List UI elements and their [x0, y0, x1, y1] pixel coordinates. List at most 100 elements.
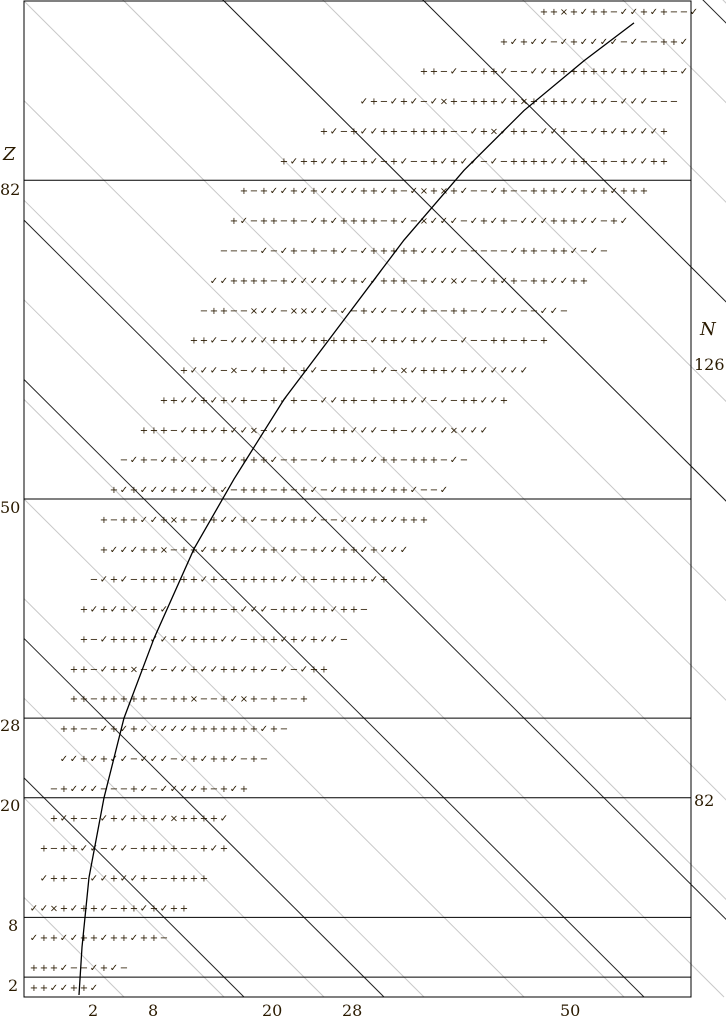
- nuclide-mark: ×: [490, 126, 498, 137]
- nuclide-mark: ✓: [160, 724, 168, 735]
- nuclide-mark: −: [410, 276, 418, 287]
- nuclide-mark: +: [340, 395, 348, 406]
- nuclide-mark: −: [90, 664, 98, 675]
- nuclide-mark: +: [240, 515, 248, 526]
- nuclide-mark: +: [600, 126, 608, 137]
- nuclide-mark: +: [120, 664, 128, 675]
- nuclide-mark: +: [150, 545, 158, 556]
- nuclide-mark: +: [360, 306, 368, 317]
- nuclide-mark: ✓: [60, 983, 68, 994]
- nuclide-mark: +: [320, 664, 328, 675]
- nuclide-mark: ✓: [250, 336, 258, 347]
- nuclide-mark: ✓: [260, 306, 268, 317]
- nuclide-mark: +: [200, 425, 208, 436]
- nuclide-mark: ✓: [300, 425, 308, 436]
- nuclide-mark: +: [540, 156, 548, 167]
- nuclide-mark: +: [160, 844, 168, 855]
- nuclide-mark: +: [290, 186, 298, 197]
- nuclide-mark: +: [420, 276, 428, 287]
- nuclide-mark: ✓: [590, 126, 598, 137]
- nuclide-mark: ✓: [30, 933, 38, 944]
- nuclide-mark: +: [180, 873, 188, 884]
- nuclide-mark: +: [190, 873, 198, 884]
- nuclide-mark: +: [350, 395, 358, 406]
- nuclide-mark: ✓: [480, 395, 488, 406]
- nuclide-mark: ✓: [130, 933, 138, 944]
- nuclide-mark: ✓: [540, 67, 548, 78]
- nuclide-mark: ✓: [410, 366, 418, 377]
- nuclide-mark: −: [350, 246, 358, 257]
- nuclide-mark: −: [530, 126, 538, 137]
- nuclide-mark: ✓: [610, 186, 618, 197]
- nuclide-mark: +: [120, 903, 128, 914]
- nuclide-mark: −: [150, 694, 158, 705]
- nuclide-mark: ✓: [270, 455, 278, 466]
- nuclide-mark: ✓: [360, 515, 368, 526]
- nuclide-mark: +: [520, 336, 528, 347]
- nuclide-mark: ✓: [550, 276, 558, 287]
- nuclide-mark: ×: [290, 306, 298, 317]
- nuclide-mark: −: [320, 366, 328, 377]
- nuclide-mark: ✓: [590, 246, 598, 257]
- nuclide-mark: −: [340, 455, 348, 466]
- nuclide-mark: −: [230, 485, 238, 496]
- nuclide-mark: ×: [560, 7, 568, 18]
- nuclide-mark: −: [260, 694, 268, 705]
- nuclide-mark: +: [190, 634, 198, 645]
- nuclide-mark: −: [220, 605, 228, 616]
- nuclide-mark: +: [400, 97, 408, 108]
- nuclide-mark: −: [90, 575, 98, 586]
- nuclide-mark: −: [320, 485, 328, 496]
- nuclide-mark: −: [160, 933, 168, 944]
- nuclide-mark: ✓: [120, 485, 128, 496]
- nuclide-mark: +: [580, 156, 588, 167]
- nuclide-mark: +: [300, 515, 308, 526]
- nuclide-mark: ✓: [650, 126, 658, 137]
- nuclide-mark: +: [470, 97, 478, 108]
- nuclide-mark: +: [270, 694, 278, 705]
- nuclide-mark: ×: [170, 814, 178, 825]
- nuclide-mark: ✓: [190, 784, 198, 795]
- nuclide-mark: +: [110, 634, 118, 645]
- nuclide-mark: +: [220, 784, 228, 795]
- nuclide-mark: ✓: [280, 575, 288, 586]
- nuclide-mark: ✓: [490, 366, 498, 377]
- nuclide-mark: +: [170, 694, 178, 705]
- nuclide-mark: ✓: [180, 455, 188, 466]
- nuclide-mark: ✓: [240, 216, 248, 227]
- nuclide-mark: +: [550, 7, 558, 18]
- nuclide-mark: ✓: [490, 186, 498, 197]
- nuclide-mark: +: [420, 67, 428, 78]
- nuclide-mark: ×: [190, 694, 198, 705]
- nuclide-mark: +: [490, 336, 498, 347]
- nuclide-mark: −: [120, 784, 128, 795]
- nuclide-mark: −: [400, 186, 408, 197]
- nuclide-mark: +: [200, 605, 208, 616]
- nuclide-mark: −: [530, 336, 538, 347]
- nuclide-mark: ✓: [630, 156, 638, 167]
- nuclide-mark: +: [350, 126, 358, 137]
- nuclide-mark: ✓: [100, 664, 108, 675]
- nuclide-mark: ✓: [280, 425, 288, 436]
- nuclide-mark: ✓: [410, 97, 418, 108]
- x-tick-28: 28: [342, 1001, 362, 1018]
- nuclide-mark: +: [190, 336, 198, 347]
- nuclide-mark: ✓: [510, 306, 518, 317]
- nuclide-mark: +: [320, 216, 328, 227]
- nuclide-mark: −: [470, 336, 478, 347]
- nuclide-mark: ✓: [60, 933, 68, 944]
- nuclide-mark: −: [350, 156, 358, 167]
- nuclide-mark: +: [50, 963, 58, 974]
- nuclide-mark: ✓: [630, 7, 638, 18]
- nuclide-mark: ✓: [200, 664, 208, 675]
- nuclide-mark: −: [230, 306, 238, 317]
- nuclide-mark: ✓: [370, 276, 378, 287]
- nuclide-mark: +: [550, 67, 558, 78]
- nuclide-mark: +: [650, 156, 658, 167]
- nuclide-mark: +: [200, 634, 208, 645]
- nuclide-mark: −: [480, 186, 488, 197]
- nuclide-mark: ✓: [30, 903, 38, 914]
- nuclide-mark: +: [240, 395, 248, 406]
- nuclide-mark: −: [400, 455, 408, 466]
- nuclide-mark: ✓: [230, 784, 238, 795]
